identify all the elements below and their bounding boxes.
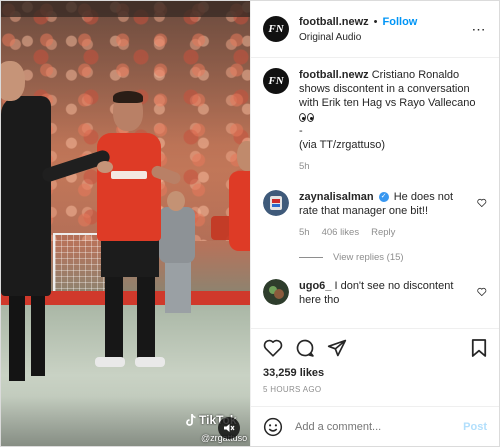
add-comment-bar: Post xyxy=(251,406,499,446)
instagram-post: TikTok @zrgattuso FN football.newz • Fol… xyxy=(0,0,500,447)
eye-shape xyxy=(307,112,314,122)
comment-meta: 5h 406 likes Reply xyxy=(299,226,467,240)
player-figure xyxy=(137,277,155,361)
post-header: FN football.newz • Follow Original Audio… xyxy=(251,1,499,58)
commenter-username[interactable]: ugo6_ xyxy=(299,280,331,292)
player-figure xyxy=(97,133,161,241)
emoji-smile-icon[interactable] xyxy=(263,417,283,437)
comment-heart-icon[interactable] xyxy=(477,287,487,297)
post-comment-button[interactable]: Post xyxy=(463,421,487,433)
player-figure xyxy=(113,91,143,103)
replies-divider xyxy=(299,257,323,258)
official-figure xyxy=(1,96,51,296)
header-text: football.newz • Follow Original Audio xyxy=(299,16,469,43)
view-replies-button[interactable]: View replies (15) xyxy=(299,252,487,263)
player-figure xyxy=(105,277,123,361)
commenter-avatar[interactable] xyxy=(263,279,289,305)
muted-speaker-icon xyxy=(224,424,235,432)
goalkeeper-figure xyxy=(159,207,195,263)
action-bar: 33,259 likes 5 HOURS AGO xyxy=(251,328,499,406)
caption-text-block: football.newz Cristiano Ronaldo shows di… xyxy=(299,68,487,174)
player-figure xyxy=(95,357,125,367)
official-figure xyxy=(31,291,45,376)
comment-body: zaynalisalman ✓ He does not rate that ma… xyxy=(299,190,467,240)
comment-item: zaynalisalman ✓ He does not rate that ma… xyxy=(263,190,487,240)
official-figure xyxy=(1,61,25,101)
audio-link[interactable]: Original Audio xyxy=(299,32,469,43)
eyes-icon xyxy=(299,112,314,122)
comments-section: FN football.newz Cristiano Ronaldo shows… xyxy=(251,58,499,328)
caption: FN football.newz Cristiano Ronaldo shows… xyxy=(263,68,487,174)
verified-badge-icon: ✓ xyxy=(378,192,389,203)
action-icons xyxy=(263,337,487,359)
post-timestamp[interactable]: 5 HOURS AGO xyxy=(263,385,487,394)
commenter-avatar[interactable] xyxy=(263,190,289,216)
comment-bubble-icon[interactable] xyxy=(295,338,315,358)
comment-time: 5h xyxy=(299,227,310,238)
caption-time: 5h xyxy=(299,161,310,172)
official-figure xyxy=(9,291,25,381)
username-link[interactable]: football.newz xyxy=(299,16,369,28)
likes-count[interactable]: 33,259 likes xyxy=(263,367,487,379)
video-player[interactable]: TikTok @zrgattuso xyxy=(1,1,250,446)
goalkeeper-figure xyxy=(165,261,191,313)
like-heart-icon[interactable] xyxy=(263,339,283,357)
stadium-roof xyxy=(1,1,250,17)
separator-dot: • xyxy=(373,15,378,28)
goalkeeper-figure xyxy=(167,191,185,211)
caption-dash: - xyxy=(299,125,303,137)
header-line: football.newz • Follow xyxy=(299,16,469,28)
caption-avatar[interactable]: FN xyxy=(263,68,289,94)
comment-likes[interactable]: 406 likes xyxy=(322,226,360,240)
player-figure xyxy=(135,357,165,367)
caption-username[interactable]: football.newz xyxy=(299,69,369,81)
more-options-button[interactable]: ⋯ xyxy=(469,21,489,38)
player-figure xyxy=(101,237,159,277)
reply-button[interactable]: Reply xyxy=(371,226,395,240)
follow-button[interactable]: Follow xyxy=(383,16,418,28)
share-paper-plane-icon[interactable] xyxy=(327,338,347,358)
more-icon: ⋯ xyxy=(471,20,487,37)
post-sidebar: FN football.newz • Follow Original Audio… xyxy=(250,1,499,446)
commenter-username[interactable]: zaynalisalman xyxy=(299,191,374,203)
player-figure xyxy=(111,171,147,179)
caption-via: (via TT/zrgattuso) xyxy=(299,139,385,151)
avatar[interactable]: FN xyxy=(263,16,289,42)
right-player-figure xyxy=(237,141,250,171)
view-replies-label: View replies (15) xyxy=(333,252,404,263)
comment-item: ugo6_ I don't see no discontent here tho xyxy=(263,279,487,307)
comment-heart-icon[interactable] xyxy=(477,198,487,208)
official-figure xyxy=(97,161,113,173)
tiktok-icon xyxy=(186,414,196,426)
right-player-figure xyxy=(229,171,250,251)
eye-shape xyxy=(299,112,306,122)
comment-input[interactable] xyxy=(295,420,464,433)
comment-body: ugo6_ I don't see no discontent here tho xyxy=(299,279,467,307)
save-bookmark-icon[interactable] xyxy=(471,338,487,358)
mute-button[interactable] xyxy=(218,417,240,439)
